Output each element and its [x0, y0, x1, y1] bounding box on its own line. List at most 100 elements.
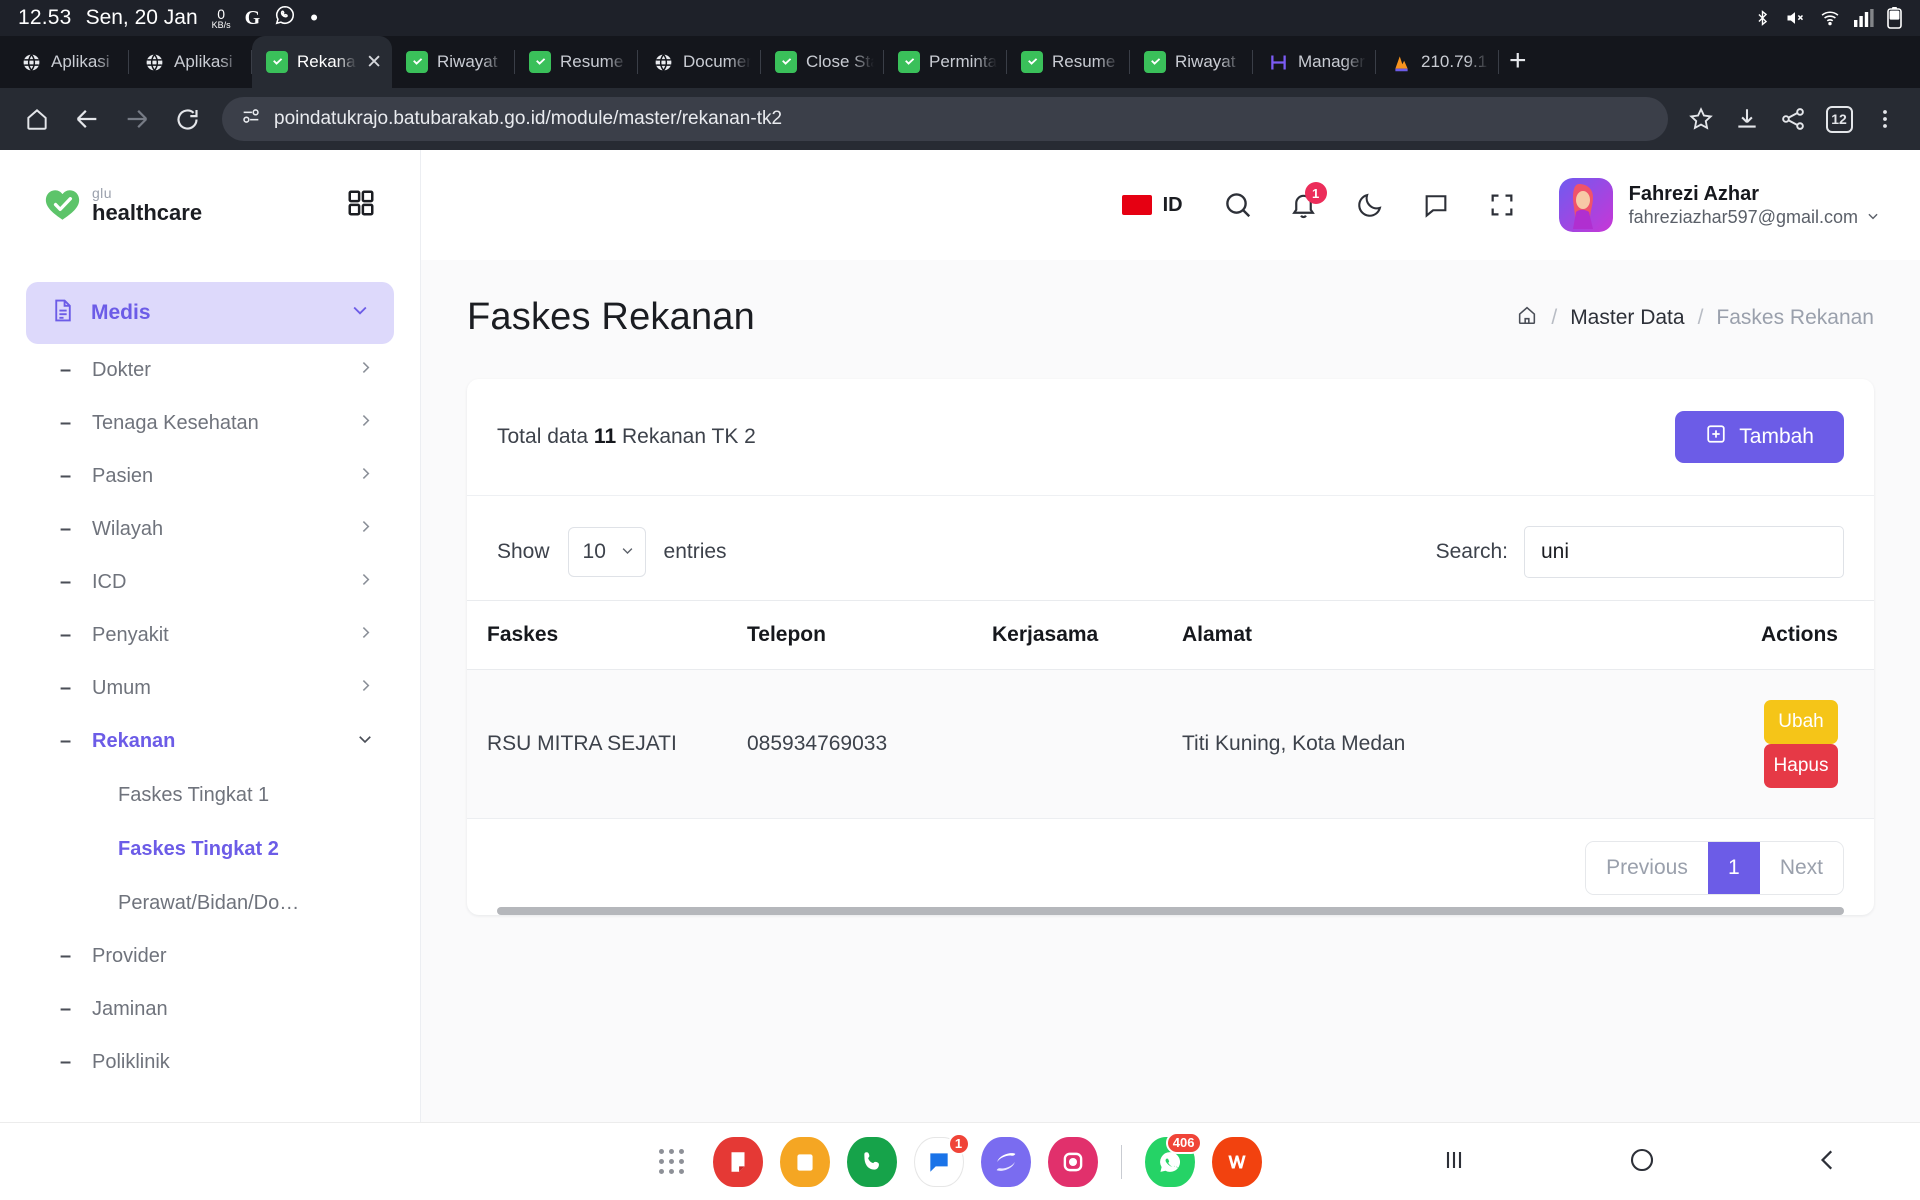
permission-icon[interactable] — [240, 105, 262, 133]
samsung-notes-icon[interactable] — [712, 1136, 763, 1187]
sidebar-item-wilayah[interactable]: – Wilayah — [26, 503, 394, 556]
wps-office-icon[interactable] — [1211, 1136, 1262, 1187]
browser-tab[interactable]: Riwayat — [392, 36, 515, 88]
sidebar-subitem-label: Faskes Tingkat 2 — [118, 837, 279, 860]
column-header-telepon[interactable]: Telepon — [747, 600, 992, 670]
close-icon[interactable]: ✕ — [366, 53, 382, 72]
browser-tab[interactable]: Resume — [515, 36, 638, 88]
browser-tab-label: 210.79.13 — [1421, 52, 1489, 71]
browser-tab[interactable]: 210.79.13 — [1376, 36, 1499, 88]
column-header-kerjasama[interactable]: Kerjasama — [992, 600, 1182, 670]
sidebar-item-tenaga-kesehatan[interactable]: – Tenaga Kesehatan — [26, 397, 394, 450]
add-button[interactable]: Tambah — [1675, 411, 1844, 463]
avatar — [1558, 178, 1613, 232]
brand-logo[interactable]: glu healthcare — [44, 186, 202, 224]
sidebar-subitem-perawat-bidan[interactable]: Perawat/Bidan/Do… — [26, 876, 394, 930]
search-icon[interactable] — [1205, 172, 1271, 238]
horizontal-scrollbar[interactable] — [497, 907, 1844, 915]
user-email: fahreziazhar597@gmail.com — [1628, 207, 1858, 227]
table-header-row: Faskes Telepon Kerjasama Alamat Actions — [467, 600, 1874, 670]
cell-actions: Ubah Hapus — [1694, 669, 1874, 819]
instagram-icon[interactable] — [1047, 1136, 1098, 1187]
download-icon[interactable] — [1724, 96, 1770, 142]
home-icon[interactable] — [1516, 304, 1538, 332]
messages-icon[interactable]: 1 — [913, 1132, 970, 1187]
status-clock: 12.53 — [18, 6, 72, 29]
fullscreen-icon[interactable] — [1469, 172, 1535, 238]
shield-check-icon — [1144, 51, 1166, 73]
tab-count-button[interactable]: 12 — [1816, 96, 1862, 142]
sidebar-item-dokter[interactable]: – Dokter — [26, 344, 394, 397]
column-header-alamat[interactable]: Alamat — [1182, 600, 1694, 670]
browser-tab[interactable]: Document — [638, 36, 761, 88]
search-input[interactable] — [1524, 526, 1844, 578]
sidebar-group-medis[interactable]: Medis — [26, 282, 394, 344]
bell-icon[interactable]: 1 — [1271, 172, 1337, 238]
browser-tab-strip[interactable]: Aplikasi Aplikasi Rekanan ✕ Riwayat — [0, 36, 1920, 88]
browser-tab-active[interactable]: Rekanan ✕ — [252, 36, 392, 88]
app-topbar: ID 1 Fahrezi Azhar fahreziazhar597@gmail… — [421, 150, 1920, 260]
plus-square-icon — [1705, 423, 1727, 451]
entries-select[interactable]: 10 — [567, 527, 646, 577]
share-icon[interactable] — [1770, 96, 1816, 142]
shield-check-icon — [1021, 51, 1043, 73]
browser-tab[interactable]: Close Sta — [761, 36, 884, 88]
sidebar-item-poliklinik[interactable]: – Poliklinik — [26, 1036, 394, 1089]
notification-badge: 1 — [1304, 182, 1327, 204]
files-icon[interactable] — [779, 1136, 830, 1187]
main-region: Faskes Rekanan / Master Data / Faskes Re… — [421, 260, 1920, 1122]
address-bar[interactable]: poindatukrajo.batubarakab.go.id/module/m… — [222, 97, 1668, 141]
back-icon[interactable] — [1815, 1147, 1841, 1178]
column-header-faskes[interactable]: Faskes — [467, 600, 747, 670]
kebab-menu-icon[interactable] — [1862, 96, 1908, 142]
sidebar-item-penyakit[interactable]: – Penyakit — [26, 609, 394, 662]
sidebar-item-rekanan[interactable]: – Rekanan — [26, 715, 394, 768]
wifi-icon — [1819, 8, 1841, 28]
browser-tab[interactable]: Manager — [1253, 36, 1376, 88]
pagination-next[interactable]: Next — [1759, 842, 1843, 894]
whatsapp-icon[interactable]: 406 — [1144, 1131, 1202, 1187]
sidebar-item-label: Dokter — [92, 359, 151, 381]
samsung-internet-icon[interactable] — [980, 1136, 1031, 1187]
sidebar-item-icd[interactable]: – ICD — [26, 556, 394, 609]
entries-label: entries — [663, 540, 727, 563]
sidebar-subitem-faskes-tingkat-2[interactable]: Faskes Tingkat 2 — [26, 822, 394, 876]
breadcrumb-parent[interactable]: Master Data — [1570, 306, 1684, 330]
phone-icon[interactable] — [846, 1136, 897, 1187]
shield-check-icon — [775, 51, 797, 73]
sidebar-item-jaminan[interactable]: – Jaminan — [26, 983, 394, 1036]
app-grid-icon[interactable] — [346, 188, 376, 223]
user-profile-menu[interactable]: Fahrezi Azhar fahreziazhar597@gmail.com — [1558, 178, 1880, 232]
sidebar-item-provider[interactable]: – Provider — [26, 930, 394, 983]
home-icon[interactable] — [1628, 1146, 1656, 1179]
browser-tab[interactable]: Resume — [1007, 36, 1130, 88]
recents-icon[interactable] — [1439, 1147, 1469, 1178]
whatsapp-badge: 406 — [1165, 1131, 1202, 1154]
moon-icon[interactable] — [1337, 172, 1403, 238]
edit-button[interactable]: Ubah — [1764, 700, 1838, 744]
star-icon[interactable] — [1678, 96, 1724, 142]
delete-button[interactable]: Hapus — [1764, 744, 1838, 788]
app-grid-icon[interactable] — [658, 1149, 684, 1174]
home-icon[interactable] — [12, 94, 62, 144]
android-dock: 1 406 — [0, 1122, 1920, 1200]
new-tab-button[interactable]: + — [1509, 46, 1527, 76]
globe-icon — [143, 51, 165, 73]
browser-tab[interactable]: Permintaa — [884, 36, 1007, 88]
sidebar-subitem-faskes-tingkat-1[interactable]: Faskes Tingkat 1 — [26, 768, 394, 822]
browser-tab[interactable]: Aplikasi — [6, 36, 129, 88]
sidebar-item-pasien[interactable]: – Pasien — [26, 450, 394, 503]
chevron-right-icon — [357, 624, 394, 647]
reload-icon[interactable] — [162, 94, 212, 144]
battery-icon — [1887, 7, 1902, 29]
sidebar-item-label: Tenaga Kesehatan — [92, 412, 259, 434]
sidebar-item-umum[interactable]: – Umum — [26, 662, 394, 715]
pagination-previous[interactable]: Previous — [1586, 842, 1708, 894]
pagination-page-1[interactable]: 1 — [1707, 842, 1760, 894]
back-arrow-icon[interactable] — [62, 94, 112, 144]
language-switcher[interactable]: ID — [1121, 194, 1183, 217]
browser-tab[interactable]: Riwayat — [1130, 36, 1253, 88]
forward-arrow-icon[interactable] — [112, 94, 162, 144]
browser-tab[interactable]: Aplikasi — [129, 36, 252, 88]
chat-icon[interactable] — [1403, 172, 1469, 238]
